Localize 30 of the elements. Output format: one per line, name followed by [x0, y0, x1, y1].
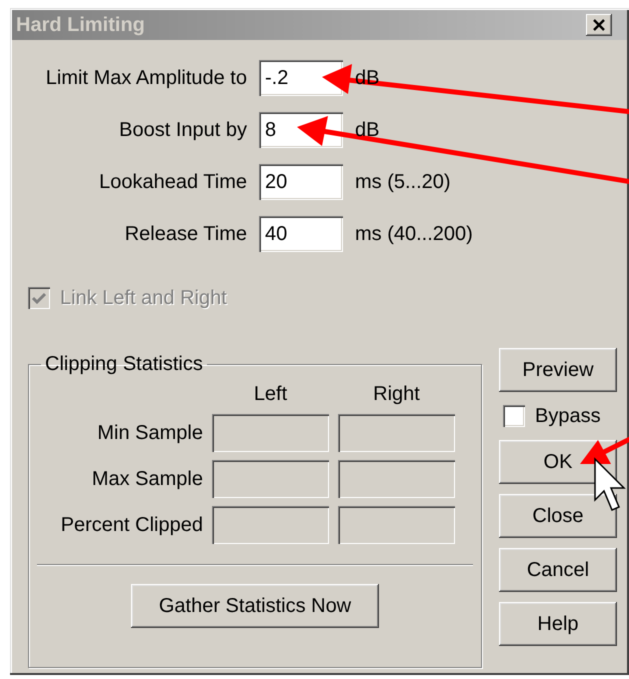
annotation-arrow [580, 436, 629, 464]
close-icon [592, 19, 606, 31]
window-title: Hard Limiting [16, 13, 145, 37]
unit-label: ms (5...20) [355, 170, 452, 194]
field-label: Lookahead Time [98, 170, 247, 194]
dialog-button[interactable]: Help [499, 602, 617, 646]
input-field[interactable]: 20 [259, 164, 343, 200]
field-label: Release Time [124, 222, 247, 246]
gather-statistics-button[interactable]: Gather Statistics Now [131, 584, 379, 628]
group-title: Clipping Statistics [44, 352, 204, 376]
dialog-button[interactable]: Preview [499, 348, 617, 392]
field-label: Limit Max Amplitude to [44, 66, 247, 90]
dialog-button[interactable]: Close [499, 494, 617, 538]
unit-label: ms (40...200) [355, 222, 474, 246]
input-field[interactable]: 40 [259, 216, 343, 252]
close-button[interactable] [586, 14, 612, 36]
cursor-icon [594, 457, 626, 511]
row-label: Min Sample [96, 421, 203, 445]
column-header: Right [372, 382, 421, 406]
row-label: Percent Clipped [60, 513, 203, 537]
row-label: Max Sample [90, 467, 203, 491]
checkbox-label: Bypass [535, 404, 601, 428]
column-header: Left [252, 382, 288, 406]
field-label: Boost Input by [118, 118, 247, 142]
unit-label: dB [355, 118, 380, 142]
checkbox-label: Link Left and Right [60, 286, 227, 310]
input-field[interactable]: -.2 [259, 60, 343, 96]
checkbox[interactable] [503, 405, 525, 427]
check-icon [32, 292, 46, 304]
dialog-button[interactable]: Cancel [499, 548, 617, 592]
